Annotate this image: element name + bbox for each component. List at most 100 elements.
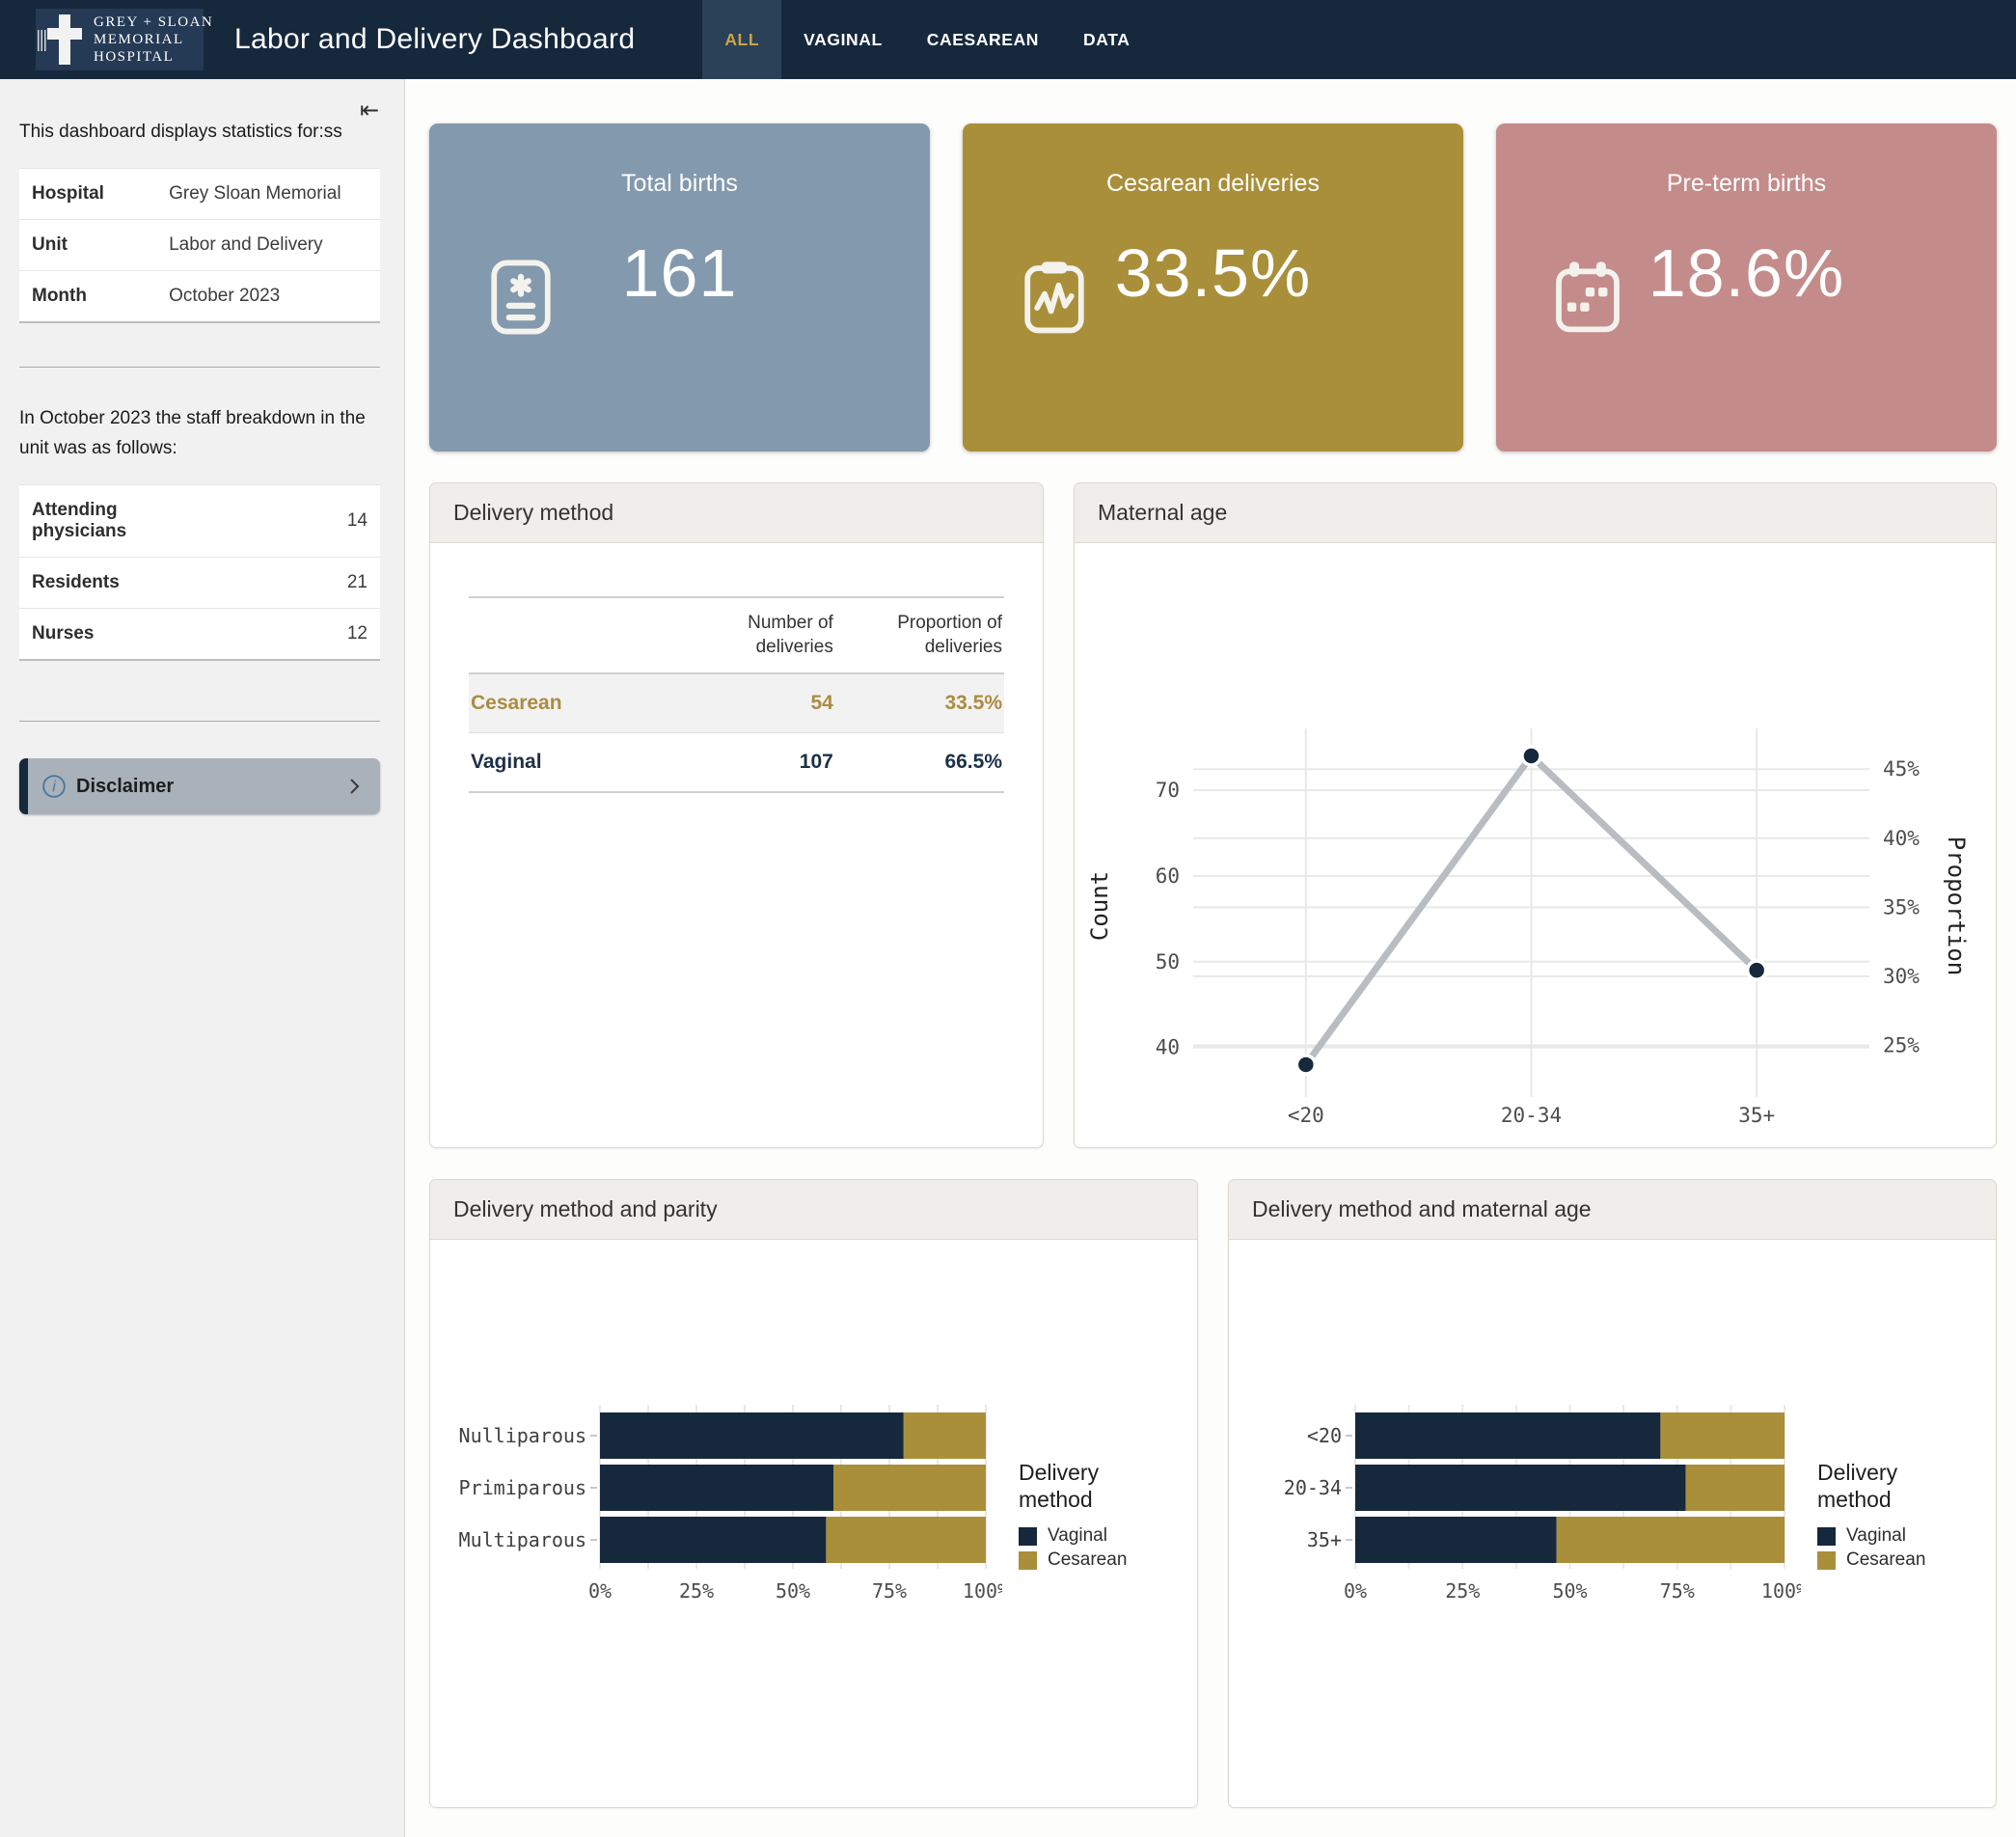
vaginal-swatch (1019, 1527, 1037, 1546)
charts-row-2: Delivery method and parity Nulliparous Pr… (429, 1179, 1997, 1808)
table-row: Cesarean 54 33.5% (469, 673, 1004, 733)
disclaimer-button[interactable]: i Disclaimer (19, 758, 380, 814)
cesarean-swatch (1019, 1551, 1037, 1570)
table-row: Attending physicians 14 (19, 485, 380, 558)
table-row: Nurses 12 (19, 609, 380, 661)
svg-text:70: 70 (1156, 779, 1180, 802)
sidebar-collapse-icon[interactable]: ⇤ (360, 96, 379, 123)
sidebar-staff-text: In October 2023 the staff breakdown in t… (19, 404, 380, 463)
sidebar-info-table: Hospital Grey Sloan Memorial Unit Labor … (19, 168, 380, 323)
tab-data[interactable]: DATA (1061, 0, 1152, 79)
table-row: Hospital Grey Sloan Memorial (19, 169, 380, 220)
card-title: Delivery method and parity (430, 1180, 1197, 1240)
hospital-logo: GREY + SLOAN MEMORIAL HOSPITAL (36, 9, 204, 70)
legend-title: Delivery method (1019, 1459, 1134, 1515)
sidebar-divider (19, 367, 380, 368)
value-box-preterm-births: Pre-term births 18.6% (1496, 123, 1997, 452)
legend-item-cesarean: Cesarean (1817, 1549, 1996, 1571)
svg-text:Nulliparous: Nulliparous (459, 1424, 586, 1447)
tab-all[interactable]: ALL (702, 0, 781, 79)
value-box-title: Cesarean deliveries (963, 170, 1463, 198)
svg-text:Proportion: Proportion (1943, 836, 1970, 976)
table-row: Residents 21 (19, 558, 380, 609)
chart-legend: Delivery method Vaginal Cesarean (1817, 1459, 1996, 1572)
svg-text:50%: 50% (776, 1579, 810, 1603)
page-title: Labor and Delivery Dashboard (234, 23, 635, 56)
svg-text:Primiparous: Primiparous (459, 1476, 586, 1499)
main-nav: ALL VAGINAL CAESAREAN DATA (702, 0, 1152, 79)
info-icon: i (41, 774, 67, 799)
table-row: Vaginal 107 66.5% (469, 733, 1004, 793)
hospital-logo-text: GREY + SLOAN MEMORIAL HOSPITAL (94, 14, 213, 66)
table-row: Unit Labor and Delivery (19, 220, 380, 271)
svg-text:Count: Count (1086, 871, 1113, 941)
svg-text:i: i (52, 779, 56, 796)
card-title: Delivery method (430, 483, 1043, 543)
svg-text:50: 50 (1156, 950, 1180, 973)
maternal-age-line-chart: 40 50 60 70 25% 30% 35% 40% 45% <20 20-34 35+ Count P… (1075, 719, 1972, 1129)
file-medical-icon (485, 259, 557, 336)
sidebar-divider (19, 721, 380, 722)
tab-caesarean[interactable]: CAESAREAN (905, 0, 1061, 79)
svg-text:60: 60 (1156, 864, 1180, 888)
chart-legend: Delivery method Vaginal Cesarean (1019, 1459, 1197, 1572)
svg-text:40: 40 (1156, 1036, 1180, 1059)
card-title: Delivery method and maternal age (1229, 1180, 1996, 1240)
age-bar-chart: <2020-3435+0%25%50%75%100% (1229, 1405, 1801, 1609)
value-box-row: Total births 161 Cesarean (429, 123, 1997, 452)
value-box-total-births: Total births 161 (429, 123, 930, 452)
value-box-title: Total births (429, 170, 930, 198)
charts-row-1: Delivery method Number of deliveries Pro… (429, 482, 1997, 1148)
disclaimer-label: Disclaimer (76, 776, 174, 798)
svg-text:0%: 0% (588, 1579, 612, 1603)
svg-text:75%: 75% (872, 1579, 907, 1603)
svg-text:35%: 35% (1883, 895, 1920, 918)
chevron-right-icon (341, 774, 367, 799)
svg-text:75%: 75% (1660, 1579, 1695, 1603)
svg-text:25%: 25% (1445, 1579, 1480, 1603)
delivery-method-table: Number of deliveries Proportion of deliv… (469, 596, 1004, 793)
main-content: Total births 161 Cesarean (405, 79, 2016, 1837)
svg-text:<20: <20 (1307, 1424, 1342, 1447)
svg-text:100%: 100% (1761, 1579, 1801, 1603)
column-header: Number of deliveries (683, 597, 835, 673)
vaginal-swatch (1817, 1527, 1836, 1546)
dashboard-app: GREY + SLOAN MEMORIAL HOSPITAL Labor and… (0, 0, 2016, 1837)
sidebar: ⇤ This dashboard displays statistics for… (0, 79, 405, 1837)
svg-text:Multiparous: Multiparous (459, 1528, 586, 1551)
card-title: Maternal age (1075, 483, 1996, 543)
svg-text:25%: 25% (1883, 1033, 1920, 1056)
sidebar-intro-text: This dashboard displays statistics for:s… (19, 118, 380, 147)
svg-text:<20: <20 (1288, 1104, 1324, 1127)
app-header: GREY + SLOAN MEMORIAL HOSPITAL Labor and… (0, 0, 2016, 79)
calendar-icon (1552, 259, 1623, 336)
column-header: Proportion of deliveries (835, 597, 1004, 673)
hospital-cross-icon (43, 14, 86, 65)
legend-item-cesarean: Cesarean (1019, 1549, 1197, 1571)
svg-text:0%: 0% (1344, 1579, 1367, 1603)
legend-title: Delivery method (1817, 1459, 1933, 1515)
svg-text:20-34: 20-34 (1284, 1476, 1342, 1499)
maternal-age-bars-card: Delivery method and maternal age <20 20-3… (1228, 1179, 1997, 1808)
svg-text:45%: 45% (1883, 757, 1920, 781)
legend-item-vaginal: Vaginal (1817, 1525, 1996, 1547)
svg-text:40%: 40% (1883, 827, 1920, 850)
svg-text:20-34: 20-34 (1501, 1104, 1562, 1127)
clipboard-pulse-icon (1019, 259, 1090, 336)
svg-text:50%: 50% (1552, 1579, 1587, 1603)
parity-bar-chart: Nulliparous Primiparous Multiparous 0% 25% 50… (430, 1405, 1002, 1609)
svg-text:25%: 25% (679, 1579, 714, 1603)
value-box-title: Pre-term births (1496, 170, 1997, 198)
svg-text:100%: 100% (963, 1579, 1002, 1603)
maternal-age-card: Maternal age 40 50 60 70 25% 30% 35% 40% 45% <20 2… (1074, 482, 1997, 1148)
value-box-cesarean-deliveries: Cesarean deliveries 33.5% (963, 123, 1463, 452)
tab-vaginal[interactable]: VAGINAL (781, 0, 905, 79)
svg-text:35+: 35+ (1738, 1104, 1775, 1127)
parity-card: Delivery method and parity Nulliparous Pr… (429, 1179, 1198, 1808)
table-row: Month October 2023 (19, 271, 380, 323)
delivery-method-card: Delivery method Number of deliveries Pro… (429, 482, 1044, 1148)
cesarean-swatch (1817, 1551, 1836, 1570)
sidebar-staff-table: Attending physicians 14 Residents 21 Nur… (19, 484, 380, 661)
svg-text:30%: 30% (1883, 965, 1920, 988)
legend-item-vaginal: Vaginal (1019, 1525, 1197, 1547)
